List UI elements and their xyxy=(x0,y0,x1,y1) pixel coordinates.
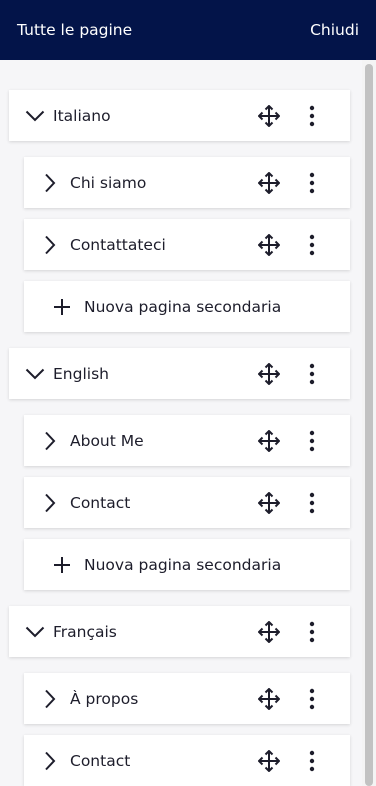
move-icon[interactable] xyxy=(257,491,281,515)
chevron-right-icon[interactable] xyxy=(34,688,66,710)
chevron-right-icon[interactable] xyxy=(34,430,66,452)
more-vertical-icon[interactable] xyxy=(302,749,322,773)
more-vertical-icon[interactable] xyxy=(302,104,322,128)
move-icon[interactable] xyxy=(257,104,281,128)
chevron-right-icon[interactable] xyxy=(34,492,66,514)
add-subpage-label: Nuova pagina secondaria xyxy=(84,297,282,316)
move-icon[interactable] xyxy=(257,429,281,453)
more-vertical-icon[interactable] xyxy=(302,362,322,386)
more-vertical-icon[interactable] xyxy=(302,429,322,453)
more-vertical-icon[interactable] xyxy=(302,171,322,195)
move-icon[interactable] xyxy=(257,233,281,257)
page-row[interactable]: Contattateci xyxy=(24,219,350,270)
move-icon[interactable] xyxy=(257,749,281,773)
chevron-right-icon[interactable] xyxy=(34,750,66,772)
add-subpage-button[interactable]: Nuova pagina secondaria xyxy=(24,281,350,332)
chevron-right-icon[interactable] xyxy=(34,234,66,256)
page-row[interactable]: About Me xyxy=(24,415,350,466)
move-icon[interactable] xyxy=(257,362,281,386)
more-vertical-icon[interactable] xyxy=(302,687,322,711)
scrollbar-thumb[interactable] xyxy=(365,64,373,786)
chevron-down-icon[interactable] xyxy=(20,621,50,643)
more-vertical-icon[interactable] xyxy=(302,620,322,644)
move-icon[interactable] xyxy=(257,620,281,644)
plus-icon xyxy=(50,295,74,319)
move-icon[interactable] xyxy=(257,687,281,711)
scrollbar[interactable] xyxy=(362,60,376,786)
close-button[interactable]: Chiudi xyxy=(310,21,359,39)
plus-icon xyxy=(50,553,74,577)
language-row-english[interactable]: English xyxy=(9,348,350,399)
page-row[interactable]: Contact xyxy=(24,477,350,528)
chevron-down-icon[interactable] xyxy=(20,105,50,127)
more-vertical-icon[interactable] xyxy=(302,233,322,257)
pages-list[interactable]: Italiano Chi siamo Contattateci Nuova pa… xyxy=(0,60,376,786)
panel-header: Tutte le pagine Chiudi xyxy=(0,0,376,60)
more-vertical-icon[interactable] xyxy=(302,491,322,515)
move-icon[interactable] xyxy=(257,171,281,195)
language-row-francais[interactable]: Français xyxy=(9,606,350,657)
add-subpage-button[interactable]: Nuova pagina secondaria xyxy=(24,539,350,590)
chevron-down-icon[interactable] xyxy=(20,363,50,385)
page-row[interactable]: Contact xyxy=(24,735,350,786)
chevron-right-icon[interactable] xyxy=(34,172,66,194)
language-row-italiano[interactable]: Italiano xyxy=(9,90,350,141)
panel-title: Tutte le pagine xyxy=(17,21,133,39)
page-row[interactable]: Chi siamo xyxy=(24,157,350,208)
add-subpage-label: Nuova pagina secondaria xyxy=(84,555,282,574)
page-row[interactable]: À propos xyxy=(24,673,350,724)
